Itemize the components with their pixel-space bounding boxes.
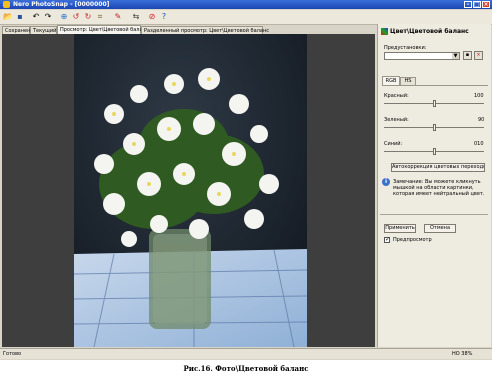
save-icon[interactable]: ▪ (15, 12, 25, 22)
flower-vase-photo (74, 34, 307, 347)
image-workspace (2, 34, 375, 347)
info-icon: i (382, 178, 390, 186)
presets-label: Предустановки: (384, 45, 427, 51)
cancel-icon[interactable]: ⊘ (147, 12, 157, 22)
cancel-button[interactable]: Отмена (424, 224, 456, 233)
app-window: Nero PhotoSnap - [0000000] – □ × 📂 ▪ ↶ ↷… (0, 0, 492, 360)
title-bar: Nero PhotoSnap - [0000000] – □ × (0, 0, 492, 9)
auto-correct-button[interactable]: Автокоррекция цветовых переходов (391, 163, 485, 172)
undo-icon[interactable]: ↶ (31, 12, 41, 22)
photo-preview[interactable] (74, 34, 307, 347)
green-value: 90 (478, 117, 485, 123)
tab-preview[interactable]: Просмотр: Цвет\Цветовой баланс (57, 25, 149, 34)
rotate-right-icon[interactable]: ↻ (83, 12, 93, 22)
app-icon (3, 1, 10, 8)
color-balance-icon (381, 28, 388, 35)
redo-icon[interactable]: ↷ (43, 12, 53, 22)
status-bar: Готово НО 38% (0, 348, 492, 359)
preview-label: Предпросмотр (393, 237, 432, 243)
red-slider-thumb[interactable] (432, 100, 436, 107)
red-label: Красный: (384, 93, 409, 99)
color-balance-panel: Цвет\Цветовой баланс Предустановки: ▼ ▪ … (377, 24, 491, 347)
panel-divider (380, 214, 488, 215)
toolbar: 📂 ▪ ↶ ↷ ⊕ ↺ ↻ ⌗ ✎ ⇆ ⊘ ? (0, 10, 492, 25)
delete-preset-icon[interactable]: × (474, 51, 483, 60)
panel-title: Цвет\Цветовой баланс (390, 28, 469, 35)
blue-value: 010 (474, 141, 484, 147)
help-icon[interactable]: ? (159, 12, 169, 22)
preview-checkbox[interactable]: ✓ (384, 237, 390, 243)
crop-icon[interactable]: ⌗ (95, 12, 105, 22)
tab-split-preview[interactable]: Разделенный просмотр: Цвет\Цветовой бала… (141, 26, 269, 34)
green-slider[interactable] (384, 124, 484, 131)
check-icon: ✓ (385, 236, 391, 243)
chevron-down-icon: ▼ (452, 53, 459, 59)
blue-label: Синий: (384, 141, 403, 147)
tab-rgb[interactable]: RGB (382, 76, 400, 85)
red-slider[interactable] (384, 100, 484, 107)
zoom-readout: НО 38% (452, 351, 473, 357)
figure-caption: Рис.16. Фото\Цветовой баланс (183, 364, 309, 373)
save-preset-icon[interactable]: ▪ (463, 51, 472, 60)
minimize-button[interactable]: – (464, 1, 472, 8)
open-folder-icon[interactable]: 📂 (3, 12, 13, 22)
window-title: Nero PhotoSnap - [0000000] (13, 1, 110, 8)
hint-text: Замечание: Вы можете кликнуть мышкой на … (393, 179, 485, 197)
tab-current[interactable]: Текущий (30, 26, 57, 34)
close-button[interactable]: × (482, 1, 490, 8)
blue-slider-thumb[interactable] (432, 148, 436, 155)
compare-icon[interactable]: ⇆ (131, 12, 141, 22)
green-slider-thumb[interactable] (432, 124, 436, 131)
subtab-divider (382, 85, 488, 86)
status-text: Готово (3, 351, 22, 357)
apply-button[interactable]: Применить (384, 224, 416, 233)
blue-slider[interactable] (384, 148, 484, 155)
green-label: Зеленый: (384, 117, 409, 123)
presets-dropdown[interactable]: ▼ (384, 52, 460, 60)
maximize-button[interactable]: □ (473, 1, 481, 8)
rotate-left-icon[interactable]: ↺ (71, 12, 81, 22)
tab-saved[interactable]: Сохранен (2, 26, 30, 34)
view-tabs: Сохранен Текущий Просмотр: Цвет\Цветовой… (0, 25, 376, 34)
magic-wand-icon[interactable]: ✎ (113, 12, 123, 22)
zoom-icon[interactable]: ⊕ (59, 12, 69, 22)
red-value: 100 (474, 93, 484, 99)
tab-hs[interactable]: HS (400, 77, 416, 85)
